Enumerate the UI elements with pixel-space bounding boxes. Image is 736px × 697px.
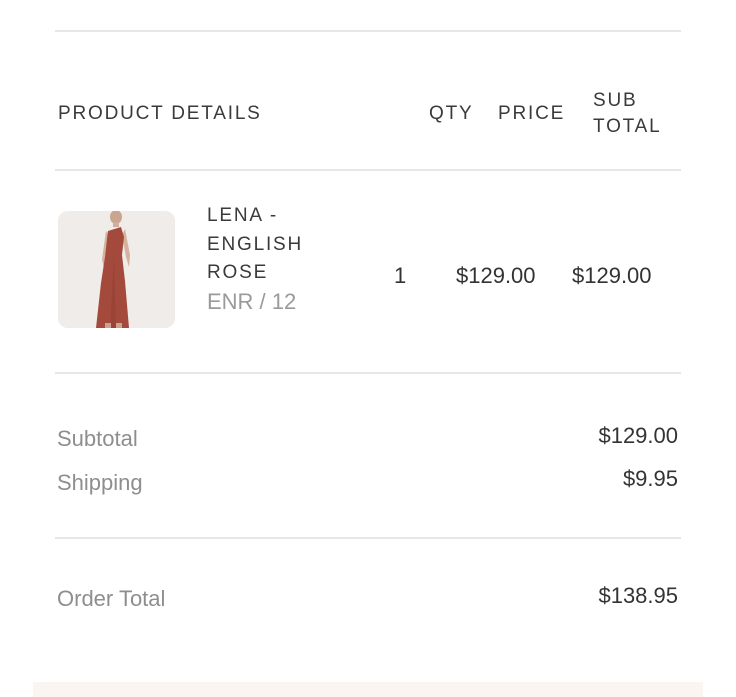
divider-header — [55, 169, 681, 171]
shipping-label: Shipping — [57, 470, 143, 495]
divider-items — [55, 372, 681, 374]
dress-product-image — [58, 211, 175, 328]
product-name[interactable]: LENA - ENGLISH ROSE — [207, 202, 357, 288]
divider-top — [55, 30, 681, 32]
subtotal-value: $129.00 — [598, 423, 678, 448]
order-total-value: $138.95 — [598, 583, 678, 608]
item-price: $129.00 — [456, 263, 536, 288]
order-total-label: Order Total — [57, 586, 166, 611]
item-qty: 1 — [394, 263, 407, 288]
product-thumbnail[interactable] — [58, 211, 175, 328]
header-sub-total-line2: TOTAL — [593, 116, 662, 137]
product-name-line: LENA - — [207, 205, 278, 226]
divider-summary — [55, 537, 681, 539]
footer-strip — [33, 682, 703, 697]
product-name-line: ENGLISH — [207, 233, 304, 255]
header-price: PRICE — [498, 103, 566, 124]
header-qty: QTY — [429, 103, 474, 124]
header-product-details: PRODUCT DETAILS — [58, 103, 262, 124]
product-name-line: ROSE — [207, 262, 269, 283]
product-variant: ENR / 12 — [207, 289, 297, 314]
subtotal-label: Subtotal — [57, 426, 138, 451]
header-sub-total-line1: SUB — [593, 90, 638, 111]
shipping-value: $9.95 — [622, 466, 678, 491]
item-subtotal: $129.00 — [572, 263, 652, 288]
